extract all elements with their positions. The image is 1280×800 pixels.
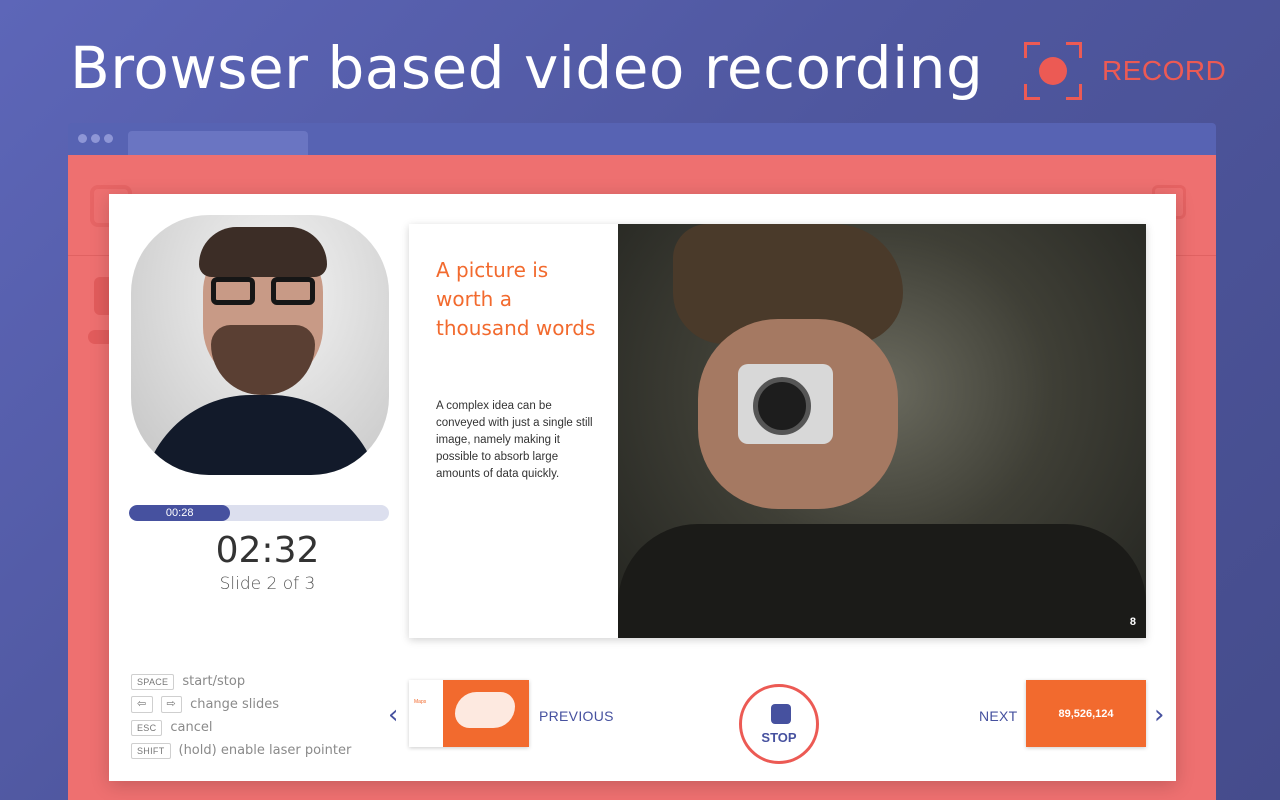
shortcut-label: cancel bbox=[170, 720, 213, 735]
record-icon bbox=[1024, 42, 1082, 100]
slide-photo: 8 bbox=[618, 224, 1146, 638]
key-shift: SHIFT bbox=[131, 742, 171, 759]
previous-button[interactable]: PREVIOUS bbox=[539, 708, 614, 724]
thumbnail-value: 89,526,124 bbox=[1058, 708, 1114, 720]
world-map-icon bbox=[455, 692, 515, 728]
slide-title: A picture is worth a thousand words bbox=[436, 258, 596, 340]
current-slide: A picture is worth a thousand words A co… bbox=[409, 224, 1146, 638]
webcam-preview bbox=[131, 215, 389, 475]
chevron-right-icon[interactable]: › bbox=[1154, 700, 1164, 730]
recording-timer: 02:32 bbox=[215, 530, 320, 571]
right-arrow-key-icon: ⇨ bbox=[160, 696, 183, 713]
stop-label: STOP bbox=[761, 730, 797, 745]
shortcut-row: ESC cancel bbox=[131, 716, 351, 739]
left-arrow-key-icon: ⇦ bbox=[131, 696, 153, 713]
browser-titlebar bbox=[68, 123, 1216, 155]
slide-body-text: A complex idea can be conveyed with just… bbox=[436, 400, 593, 480]
shortcut-row: ⇦ ⇨ change slides bbox=[131, 693, 351, 716]
chevron-left-icon[interactable]: ‹ bbox=[388, 700, 398, 730]
shortcut-label: change slides bbox=[190, 697, 280, 712]
window-controls bbox=[78, 134, 113, 143]
record-button[interactable]: RECORD bbox=[1024, 42, 1226, 100]
stop-button[interactable]: STOP bbox=[739, 684, 819, 764]
thumbnail-title: Maps bbox=[414, 699, 427, 705]
record-label: RECORD bbox=[1102, 55, 1227, 86]
progress-elapsed: 00:28 bbox=[165, 507, 194, 519]
shortcut-label: start/stop bbox=[182, 674, 246, 689]
keyboard-shortcuts: SPACE start/stop ⇦ ⇨ change slides ESC c… bbox=[131, 670, 351, 762]
next-button[interactable]: NEXT bbox=[979, 708, 1018, 724]
browser-tab[interactable] bbox=[128, 131, 308, 155]
recording-progress-bar: 00:28 bbox=[129, 505, 389, 521]
recording-dialog: 00:28 02:32 Slide 2 of 3 SPACE start/sto… bbox=[109, 194, 1176, 781]
key-space: SPACE bbox=[131, 673, 175, 690]
stop-icon bbox=[771, 704, 791, 724]
slide-page-number: 8 bbox=[1129, 616, 1136, 628]
shortcut-row: SPACE start/stop bbox=[131, 670, 351, 693]
shortcut-label: (hold) enable laser pointer bbox=[178, 743, 352, 758]
next-slide-thumbnail[interactable]: 89,526,124 bbox=[1026, 680, 1146, 747]
page-headline: Browser based video recording bbox=[70, 34, 984, 102]
shortcut-row: SHIFT (hold) enable laser pointer bbox=[131, 739, 351, 762]
previous-slide-thumbnail[interactable]: Maps bbox=[409, 680, 529, 747]
slide-indicator: Slide 2 of 3 bbox=[219, 574, 316, 594]
key-esc: ESC bbox=[131, 719, 163, 736]
